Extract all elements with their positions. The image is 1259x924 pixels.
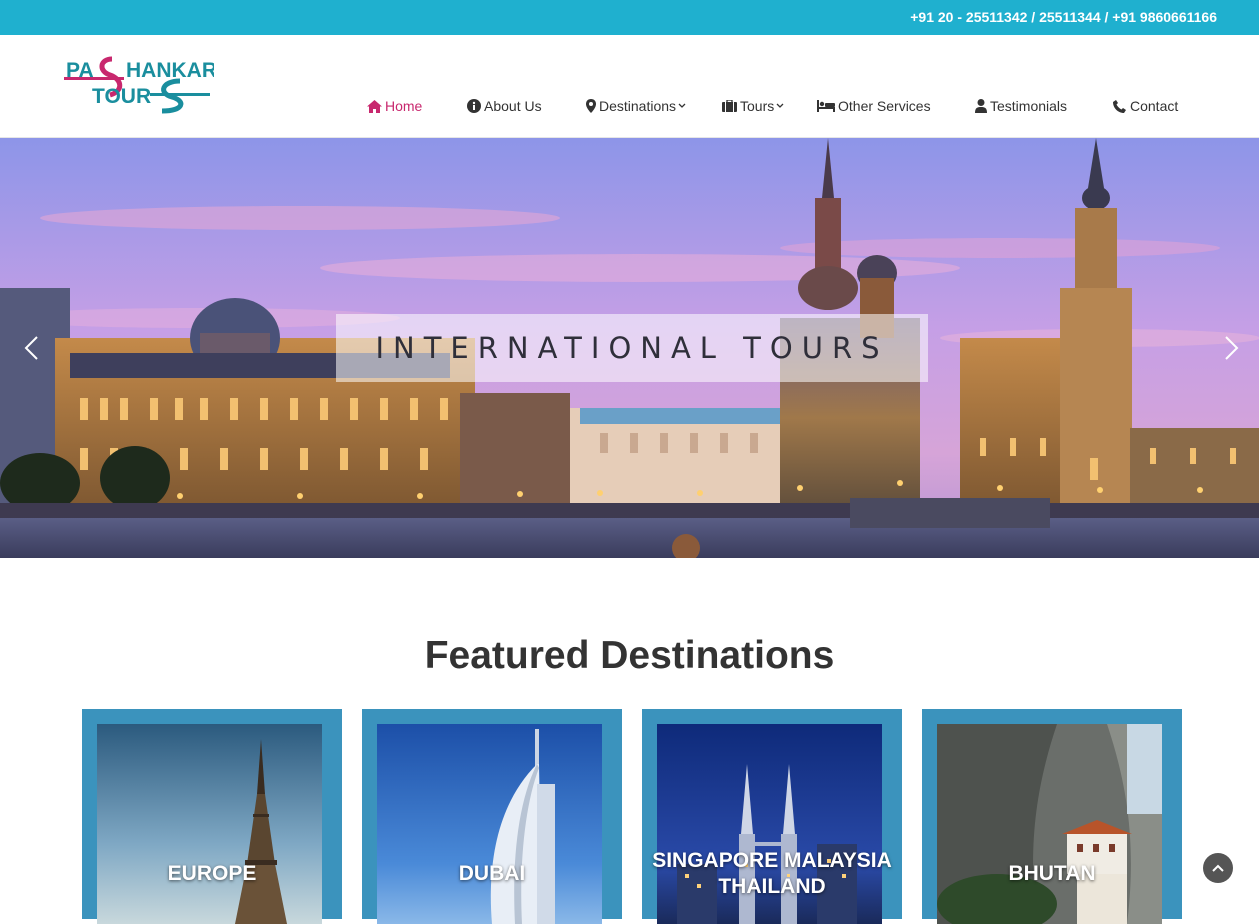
svg-text:PA: PA xyxy=(66,59,94,82)
nav-item-tours[interactable]: Tours xyxy=(722,95,784,117)
nav-label-about-us: About Us xyxy=(484,98,542,114)
nav-label-destinations: Destinations xyxy=(599,98,677,114)
nav-item-testimonials[interactable]: Testimonials xyxy=(974,95,1067,117)
destination-label-line-1: SINGAPORE MALAYSIA xyxy=(652,849,892,872)
home-icon xyxy=(367,99,382,114)
nav-label-other-services: Other Services xyxy=(838,98,931,114)
scroll-to-top-button[interactable] xyxy=(1203,853,1233,883)
nav-label-testimonials: Testimonials xyxy=(990,98,1068,114)
nav-label-contact: Contact xyxy=(1130,98,1179,114)
slider-prev-arrow[interactable] xyxy=(22,336,42,360)
user-icon xyxy=(974,99,987,114)
destination-image-bhutan xyxy=(937,724,1162,924)
destination-image-europe xyxy=(97,724,322,924)
featured-destinations-heading: Featured Destinations xyxy=(424,634,835,677)
bed-icon xyxy=(816,99,835,114)
destination-label-bhutan: BHUTAN xyxy=(1008,862,1096,885)
destination-label-dubai: DUBAI xyxy=(458,862,526,885)
hero-slider[interactable]: INTERNATIONAL TOURS xyxy=(0,138,1259,558)
nav-item-home[interactable]: Home xyxy=(367,95,422,117)
contact-phone-numbers: +91 20 - 25511342 / 25511344 / +91 98606… xyxy=(910,9,1217,25)
nav-item-other-services[interactable]: Other Services xyxy=(816,95,931,117)
chevron-down-icon xyxy=(776,101,784,111)
destination-card-singapore-malaysia-thailand[interactable]: SINGAPORE MALAYSIA THAILAND xyxy=(642,709,902,924)
main-navigation: Home About Us Destinations Tours Other S… xyxy=(0,95,1259,117)
destination-image-dubai xyxy=(377,724,602,924)
svg-text:HANKAR: HANKAR xyxy=(126,59,214,82)
top-bar: +91 20 - 25511342 / 25511344 / +91 98606… xyxy=(0,0,1259,35)
chevron-down-icon xyxy=(678,101,686,111)
nav-label-home: Home xyxy=(385,98,423,114)
nav-item-destinations[interactable]: Destinations xyxy=(585,95,686,117)
phone-icon xyxy=(1112,99,1127,114)
hero-caption-text: INTERNATIONAL TOURS xyxy=(375,331,889,365)
destination-card-bhutan[interactable]: BHUTAN xyxy=(922,709,1182,924)
chevron-up-icon xyxy=(1212,864,1224,872)
site-header: PA HANKAR TOUR Home About Us Destination… xyxy=(0,35,1259,138)
map-marker-icon xyxy=(585,99,596,114)
suitcase-icon xyxy=(722,99,737,114)
nav-label-tours: Tours xyxy=(740,98,775,114)
destination-label-line-2: THAILAND xyxy=(718,875,826,898)
destination-label-singapore-malaysia-thailand: SINGAPORE MALAYSIA THAILAND xyxy=(642,848,902,900)
destination-label-europe: EUROPE xyxy=(167,862,257,885)
destination-card-europe[interactable]: EUROPE xyxy=(82,709,342,924)
hero-caption: INTERNATIONAL TOURS xyxy=(336,314,928,382)
nav-item-about-us[interactable]: About Us xyxy=(466,95,542,117)
info-icon xyxy=(466,99,481,114)
slider-next-arrow[interactable] xyxy=(1222,336,1242,360)
destination-card-dubai[interactable]: DUBAI xyxy=(362,709,622,924)
nav-item-contact[interactable]: Contact xyxy=(1112,95,1178,117)
